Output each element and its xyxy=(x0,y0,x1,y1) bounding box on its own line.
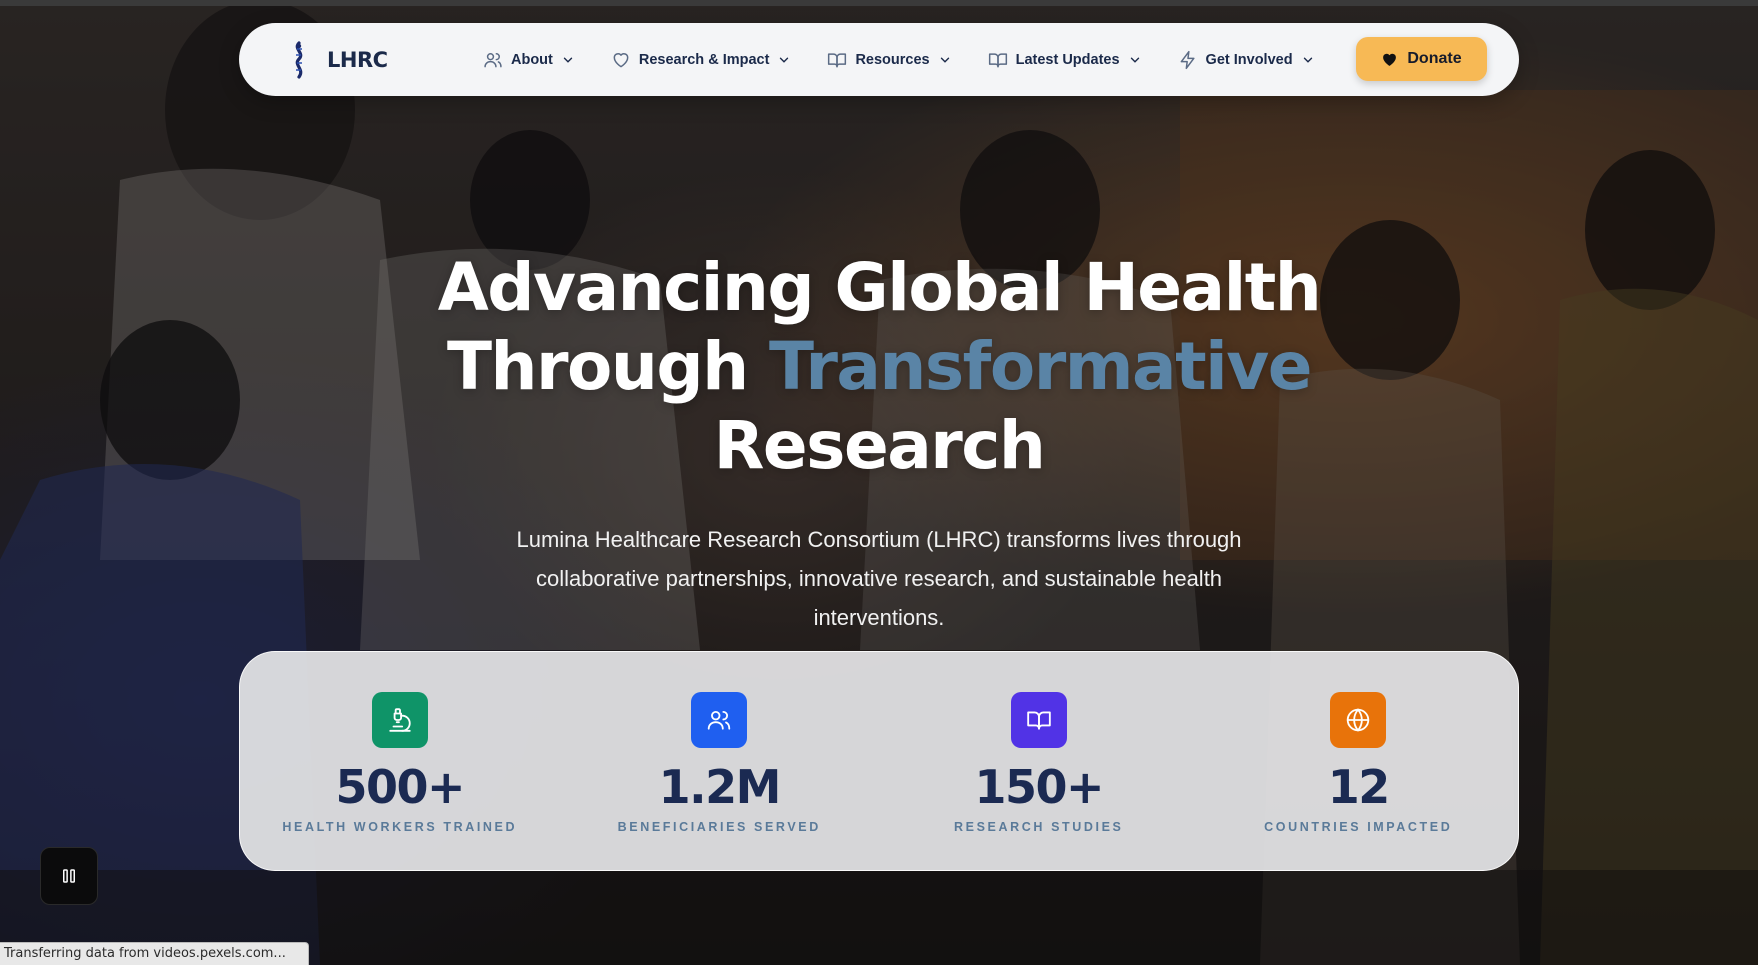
stat-label: COUNTRIES IMPACTED xyxy=(1264,820,1453,834)
chevron-down-icon xyxy=(563,57,573,63)
stat-label: HEALTH WORKERS TRAINED xyxy=(282,820,518,834)
stat-label: BENEFICIARIES SERVED xyxy=(617,820,821,834)
stat-value: 500+ xyxy=(335,760,465,814)
impact-stats-card: 500+ HEALTH WORKERS TRAINED 1.2M BENEFIC… xyxy=(239,651,1519,871)
stat-icon-box xyxy=(691,692,748,748)
book-open-icon xyxy=(988,52,1007,67)
hero-title-line3: Research xyxy=(713,407,1046,484)
users-icon xyxy=(484,52,502,67)
stat-icon-box xyxy=(1010,692,1067,748)
hero-title-line2-prefix: Through xyxy=(446,328,770,405)
brand-logo-link[interactable]: LHRC xyxy=(289,40,439,79)
brand-name: LHRC xyxy=(327,47,388,72)
microscope-icon xyxy=(389,708,411,732)
hero-title-accent: Transformative xyxy=(769,328,1313,405)
chevron-down-icon xyxy=(1303,57,1312,63)
lightning-icon xyxy=(1180,50,1195,69)
chevron-down-icon xyxy=(940,57,949,63)
heart-filled-icon xyxy=(1383,53,1397,66)
nav-item-label: Latest Updates xyxy=(1015,51,1120,68)
users-icon xyxy=(708,710,731,730)
video-pause-button[interactable] xyxy=(40,847,98,905)
hero-title-line1: Advancing Global Health xyxy=(437,249,1322,326)
hero-subtitle: Lumina Healthcare Research Consortium (L… xyxy=(516,527,1242,630)
page: LHRC About Research & Impact Resources L… xyxy=(0,0,1758,965)
donate-label: Donate xyxy=(1407,50,1462,67)
stat-icon-box xyxy=(1330,692,1387,748)
stat-icon-box xyxy=(371,692,428,748)
nav-item-label: Resources xyxy=(855,51,930,68)
nav-menu: About Research & Impact Resources Latest… xyxy=(465,40,1333,80)
browser-top-edge xyxy=(0,0,1758,6)
nav-item-label: About xyxy=(511,51,553,68)
stat-research-studies: 150+ RESEARCH STUDIES xyxy=(879,652,1199,870)
donate-button[interactable]: Donate xyxy=(1356,37,1487,81)
stat-value: 1.2M xyxy=(658,760,782,814)
nav-item-label: Get Involved xyxy=(1205,51,1293,68)
browser-status-bar: Transferring data from videos.pexels.com… xyxy=(0,942,309,965)
stat-label: RESEARCH STUDIES xyxy=(954,820,1124,834)
main-navbar: LHRC About Research & Impact Resources L… xyxy=(239,23,1519,96)
book-open-icon xyxy=(1026,711,1051,730)
stat-beneficiaries: 1.2M BENEFICIARIES SERVED xyxy=(560,652,880,870)
nav-item-latest-updates[interactable]: Latest Updates xyxy=(970,40,1160,80)
hero-title: Advancing Global Health Through Transfor… xyxy=(279,248,1479,485)
heart-icon xyxy=(613,52,629,67)
stat-countries: 12 COUNTRIES IMPACTED xyxy=(1199,652,1519,870)
nav-item-label: Research & Impact xyxy=(638,51,770,68)
dna-logo-icon xyxy=(295,40,303,79)
chevron-down-icon xyxy=(780,57,789,63)
stat-value: 12 xyxy=(1327,760,1391,814)
chevron-down-icon xyxy=(1130,57,1139,63)
stat-health-workers: 500+ HEALTH WORKERS TRAINED xyxy=(240,652,560,870)
nav-item-resources[interactable]: Resources xyxy=(809,40,969,80)
stat-value: 150+ xyxy=(974,760,1104,814)
nav-item-research-impact[interactable]: Research & Impact xyxy=(593,40,810,80)
nav-item-get-involved[interactable]: Get Involved xyxy=(1160,40,1333,80)
book-open-icon xyxy=(828,52,847,67)
nav-item-about[interactable]: About xyxy=(465,40,593,80)
pause-icon xyxy=(63,869,75,883)
globe-icon xyxy=(1347,708,1370,732)
